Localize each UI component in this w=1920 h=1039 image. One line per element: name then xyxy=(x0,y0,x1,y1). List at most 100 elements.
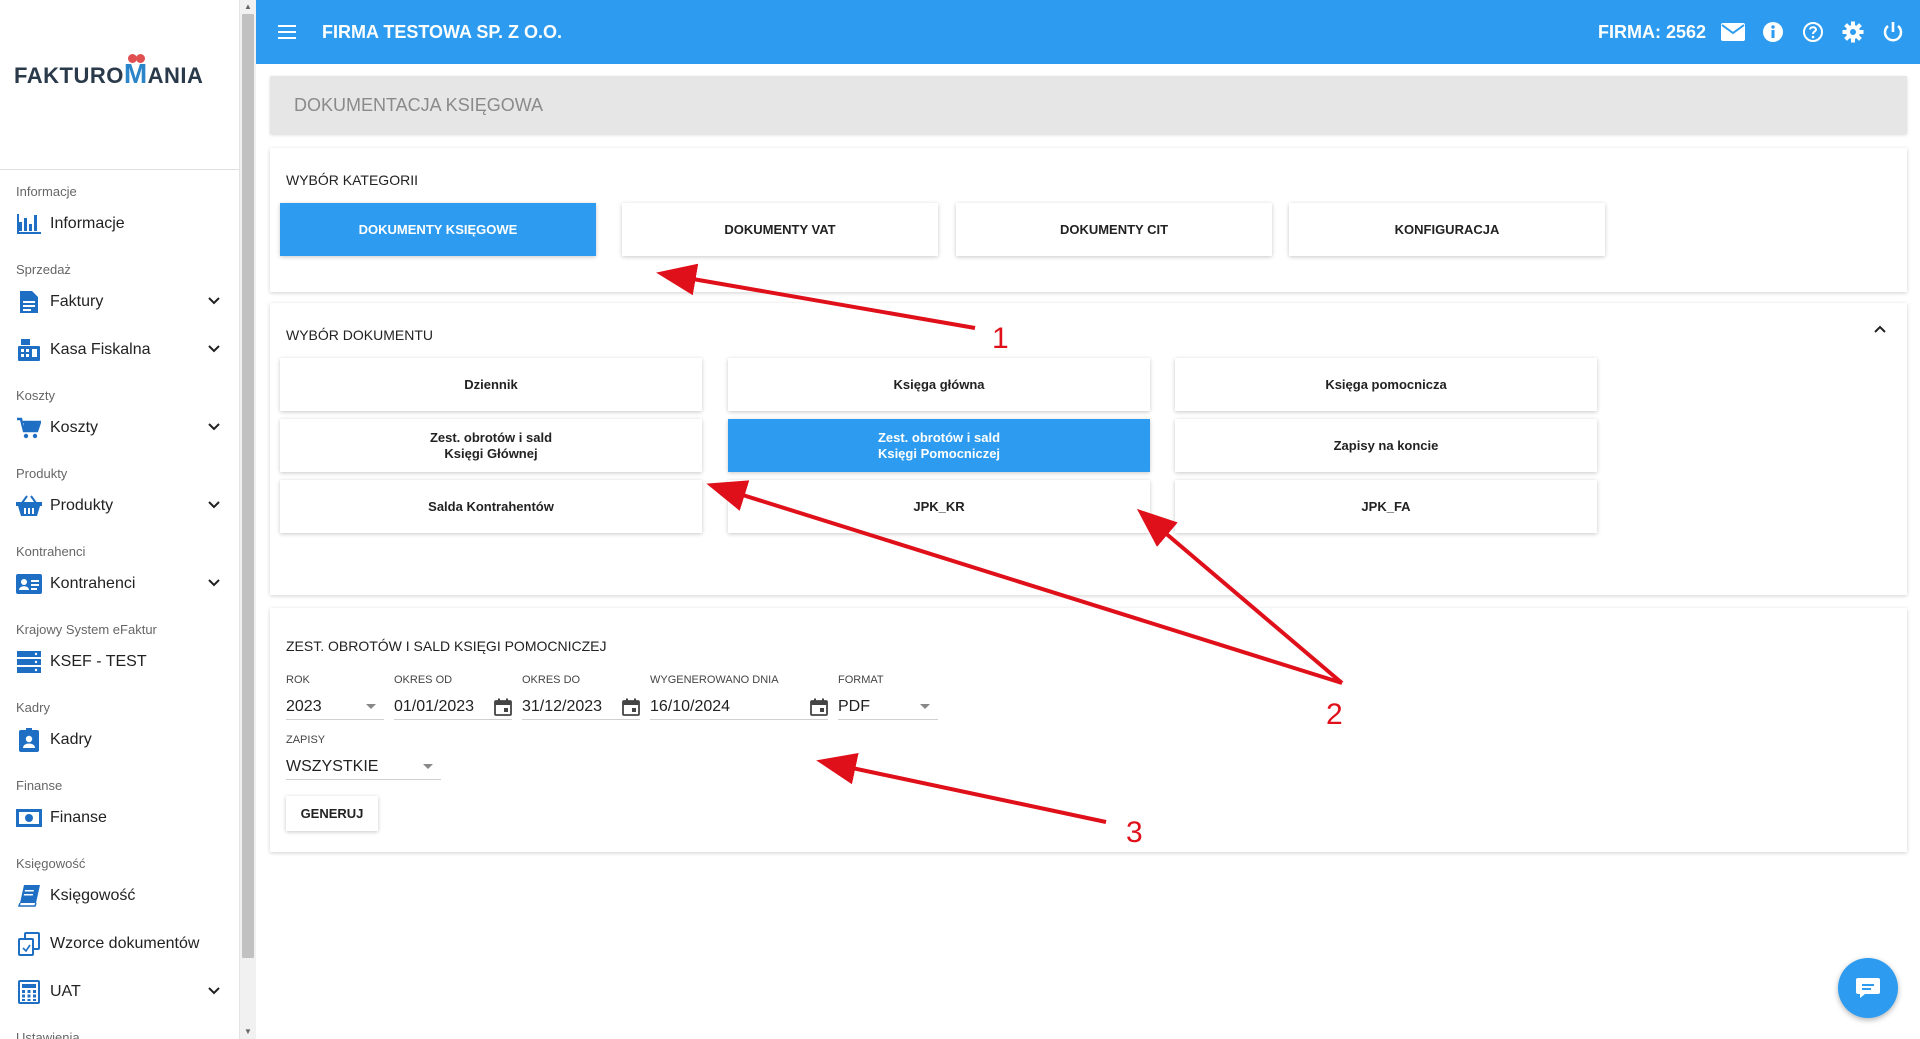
hamburger-menu-icon[interactable] xyxy=(278,24,300,40)
sidebar-section-title: Koszty xyxy=(16,388,56,403)
sidebar-item-finanse[interactable]: Finanse xyxy=(0,794,239,842)
cart-icon xyxy=(16,415,42,441)
sidebar: FAKTUROMANIA Informacje Informacje Sprzeda… xyxy=(0,0,240,1039)
rok-select[interactable]: ROK 2023 xyxy=(286,674,384,720)
document-button-line1: Zapisy na koncie xyxy=(1333,437,1439,453)
document-button-9[interactable]: JPK_FA xyxy=(1175,480,1597,533)
okres-do-field[interactable]: OKRES DO 31/12/2023 xyxy=(522,674,640,720)
sidebar-item-label: Produkty xyxy=(50,497,114,514)
document-button-3[interactable]: Księga pomocnicza xyxy=(1175,358,1597,411)
category-button-3[interactable]: DOKUMENTY CIT xyxy=(956,203,1272,256)
wygenerowano-field[interactable]: WYGENEROWANO DNIA 16/10/2024 xyxy=(650,674,828,720)
report-form-card: ZEST. OBROTÓW I SALD KSIĘGI POMOCNICZEJ … xyxy=(270,608,1907,852)
calendar-icon[interactable] xyxy=(622,698,640,716)
sidebar-item-kasa-fiskalna[interactable]: Kasa Fiskalna xyxy=(0,326,239,374)
document-button-line2: Księgi Pomocniczej xyxy=(877,445,1001,461)
scroll-down-arrow[interactable]: ▼ xyxy=(240,1025,256,1039)
basket-icon xyxy=(16,493,42,519)
generate-button[interactable]: GENERUJ xyxy=(286,796,378,831)
sidebar-section-title: Krajowy System eFaktur xyxy=(16,622,157,637)
sidebar-item-uat[interactable]: UAT xyxy=(0,968,239,1016)
category-button-2[interactable]: DOKUMENTY VAT xyxy=(622,203,938,256)
mail-icon[interactable] xyxy=(1720,19,1746,45)
book-icon xyxy=(16,883,42,909)
sidebar-section-title: Księgowość xyxy=(16,856,86,871)
category-button-4[interactable]: KONFIGURACJA xyxy=(1289,203,1605,256)
okres-od-label: OKRES OD xyxy=(394,674,453,686)
document-button-5[interactable]: Zest. obrotów i sald Księgi Pomocniczej xyxy=(728,419,1150,472)
sidebar-item-wzorce-dokumentów[interactable]: Wzorce dokumentów xyxy=(0,920,239,968)
scroll-up-arrow[interactable]: ▲ xyxy=(240,0,256,14)
sidebar-section-title: Informacje xyxy=(16,184,77,199)
calendar-icon[interactable] xyxy=(810,698,828,716)
server-icon xyxy=(16,649,42,675)
okres-od-field[interactable]: OKRES OD 01/01/2023 xyxy=(394,674,512,720)
document-button-line1: JPK_FA xyxy=(1361,498,1411,514)
sidebar-item-label: Faktury xyxy=(50,293,104,310)
bar-chart-icon xyxy=(16,211,42,237)
money-icon xyxy=(16,805,42,831)
sidebar-item-label: Księgowość xyxy=(50,887,136,904)
chevron-down-icon[interactable] xyxy=(206,574,222,595)
chevron-down-icon[interactable] xyxy=(206,418,222,439)
chevron-down-icon[interactable] xyxy=(206,292,222,313)
sidebar-item-kadry[interactable]: Kadry xyxy=(0,716,239,764)
document-button-line1: Zest. obrotów i sald xyxy=(877,429,1001,445)
chevron-down-icon[interactable] xyxy=(206,340,222,361)
document-button-8[interactable]: JPK_KR xyxy=(728,480,1150,533)
okres-do-value: 31/12/2023 xyxy=(522,697,603,715)
info-icon[interactable] xyxy=(1760,19,1786,45)
document-button-line1: Dziennik xyxy=(464,376,518,392)
calendar-icon[interactable] xyxy=(494,698,512,716)
settings-gear-icon[interactable] xyxy=(1840,19,1866,45)
zapisy-select[interactable]: ZAPISY WSZYSTKIE xyxy=(286,734,441,780)
logo-area: FAKTUROMANIA xyxy=(0,0,239,170)
collapse-chevron-up-icon[interactable] xyxy=(1873,323,1887,337)
fakturomania-logo[interactable]: FAKTUROMANIA xyxy=(14,54,203,90)
sidebar-item-faktury[interactable]: Faktury xyxy=(0,278,239,326)
company-name: FIRMA TESTOWA SP. Z O.O. xyxy=(322,21,563,42)
document-button-line1: JPK_KR xyxy=(913,498,965,514)
sidebar-scrollbar[interactable]: ▲ ▼ xyxy=(240,0,256,1039)
document-button-line2: Księgi Głównej xyxy=(444,445,538,461)
format-select[interactable]: FORMAT PDF xyxy=(838,674,938,720)
chat-widget-button[interactable] xyxy=(1838,958,1898,1018)
sidebar-item-label: Informacje xyxy=(50,215,125,232)
document-button-1[interactable]: Dziennik xyxy=(280,358,702,411)
sidebar-item-label: Kadry xyxy=(50,731,92,748)
cash-register-icon xyxy=(16,337,42,363)
document-button-line1: Zest. obrotów i sald xyxy=(429,429,553,445)
power-logout-icon[interactable] xyxy=(1880,19,1906,45)
sidebar-item-label: Wzorce dokumentów xyxy=(50,935,200,952)
okres-do-label: OKRES DO xyxy=(522,674,581,686)
category-button-1[interactable]: DOKUMENTY KSIĘGOWE xyxy=(280,203,596,256)
chevron-down-icon[interactable] xyxy=(206,496,222,517)
okres-od-value: 01/01/2023 xyxy=(394,697,475,715)
sidebar-item-księgowość[interactable]: Księgowość xyxy=(0,872,239,920)
sidebar-item-informacje[interactable]: Informacje xyxy=(0,200,239,248)
zapisy-value: WSZYSTKIE xyxy=(286,757,379,775)
document-button-4[interactable]: Zest. obrotów i sald Księgi Głównej xyxy=(280,419,702,472)
category-card: WYBÓR KATEGORII DOKUMENTY KSIĘGOWE DOKUME… xyxy=(270,148,1907,292)
sidebar-section-title: Sprzedaż xyxy=(16,262,71,277)
top-bar: FIRMA TESTOWA SP. Z O.O. FIRMA: 2562 xyxy=(256,0,1920,64)
sidebar-item-label: UAT xyxy=(50,983,81,1000)
chevron-down-icon[interactable] xyxy=(206,982,222,1003)
page-title: DOKUMENTACJA KSIĘGOWA xyxy=(270,76,1907,134)
dropdown-caret-icon xyxy=(920,704,930,709)
sidebar-nav: Informacje Informacje Sprzedaż Faktury Kasa … xyxy=(0,170,239,1039)
format-value: PDF xyxy=(838,697,870,715)
sidebar-item-ksef-test[interactable]: KSEF - TEST xyxy=(0,638,239,686)
zapisy-label: ZAPISY xyxy=(286,734,326,746)
sidebar-item-produkty[interactable]: Produkty xyxy=(0,482,239,530)
document-button-2[interactable]: Księga główna xyxy=(728,358,1150,411)
copy-document-icon xyxy=(16,931,42,957)
sidebar-item-kontrahenci[interactable]: Kontrahenci xyxy=(0,560,239,608)
sidebar-item-koszty[interactable]: Koszty xyxy=(0,404,239,452)
document-button-6[interactable]: Zapisy na koncie xyxy=(1175,419,1597,472)
help-icon[interactable] xyxy=(1800,19,1826,45)
document-button-7[interactable]: Salda Kontrahentów xyxy=(280,480,702,533)
scroll-thumb[interactable] xyxy=(242,14,254,958)
sidebar-item-label: KSEF - TEST xyxy=(50,653,147,670)
calculator-icon xyxy=(16,979,42,1005)
